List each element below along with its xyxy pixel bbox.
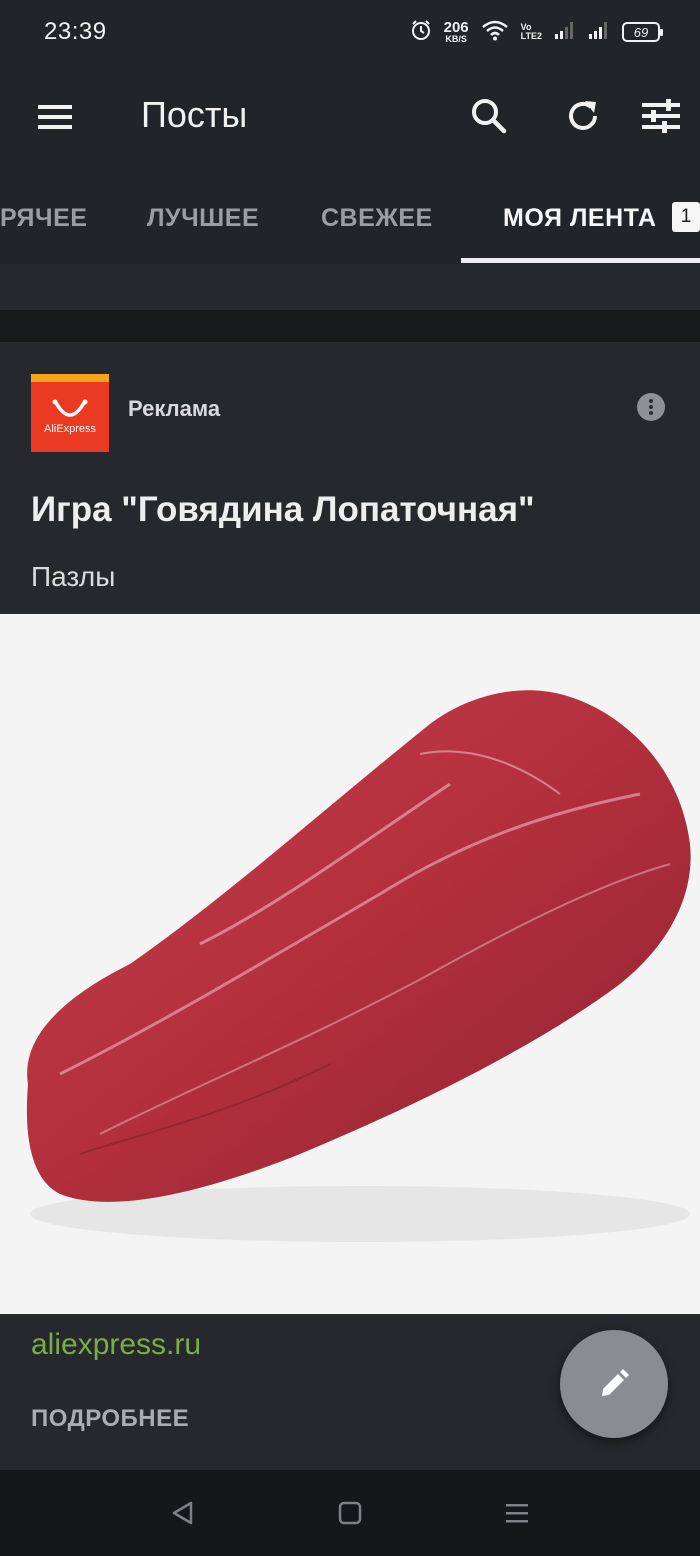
wifi-icon — [481, 19, 509, 46]
create-post-button[interactable] — [560, 1330, 668, 1438]
system-nav-bar — [0, 1470, 700, 1556]
tab-fresh[interactable]: СВЕЖЕЕ — [321, 204, 433, 233]
volte-indicator: Vo LTE2 — [521, 23, 542, 41]
app-bar: Посты — [0, 64, 700, 174]
post-image[interactable] — [0, 614, 700, 1314]
tab-hot[interactable]: РЯЧЕЕ — [0, 204, 87, 233]
advertiser-logo[interactable]: AliExpress — [31, 374, 109, 452]
previous-post-actions — [0, 264, 700, 310]
menu-icon[interactable] — [32, 94, 78, 140]
post-subtitle: Пазлы — [31, 561, 116, 592]
recents-icon[interactable] — [499, 1495, 535, 1531]
feed-tabs: РЯЧЕЕ ЛУЧШЕЕ СВЕЖЕЕ МОЯ ЛЕНТА 1 — [0, 174, 700, 264]
signal-icon — [588, 20, 610, 45]
pencil-icon — [602, 1369, 629, 1396]
battery-indicator: 69 — [622, 22, 663, 42]
details-button[interactable]: ПОДРОБНЕЕ — [31, 1405, 189, 1433]
tab-my-feed[interactable]: МОЯ ЛЕНТА — [503, 204, 656, 233]
status-time: 23:39 — [44, 18, 107, 45]
volte-bottom: LTE2 — [520, 31, 542, 41]
signal-icon — [554, 20, 576, 45]
status-icons: 206 KB/S Vo LTE2 69 — [410, 19, 663, 46]
logo-text: AliExpress — [44, 423, 96, 435]
back-icon[interactable] — [164, 1495, 200, 1531]
search-icon[interactable] — [465, 92, 513, 140]
network-speed-value: 206 — [443, 19, 469, 36]
network-speed: 206 KB/S — [444, 20, 469, 44]
post-card[interactable]: AliExpress Реклама Игра "Говядина Лопато… — [0, 342, 700, 1470]
page-title: Посты — [141, 94, 248, 135]
filter-icon[interactable] — [637, 92, 685, 140]
tab-indicator — [461, 258, 700, 263]
ad-link[interactable]: aliexpress.ru — [31, 1328, 201, 1362]
status-bar: 23:39 206 KB/S Vo LTE2 69 — [0, 0, 700, 64]
post-divider — [0, 310, 700, 342]
home-icon[interactable] — [332, 1495, 368, 1531]
tab-best[interactable]: ЛУЧШЕЕ — [147, 204, 259, 233]
aliexpress-bag-icon — [52, 399, 88, 417]
network-speed-unit: KB/S — [445, 34, 467, 44]
tab-badge: 1 — [672, 202, 700, 232]
post-title[interactable]: Игра "Говядина Лопаточная" — [31, 490, 535, 530]
refresh-icon[interactable] — [559, 92, 607, 140]
more-options-icon[interactable] — [637, 393, 665, 421]
ad-label: Реклама — [128, 396, 221, 421]
alarm-icon — [410, 19, 432, 46]
